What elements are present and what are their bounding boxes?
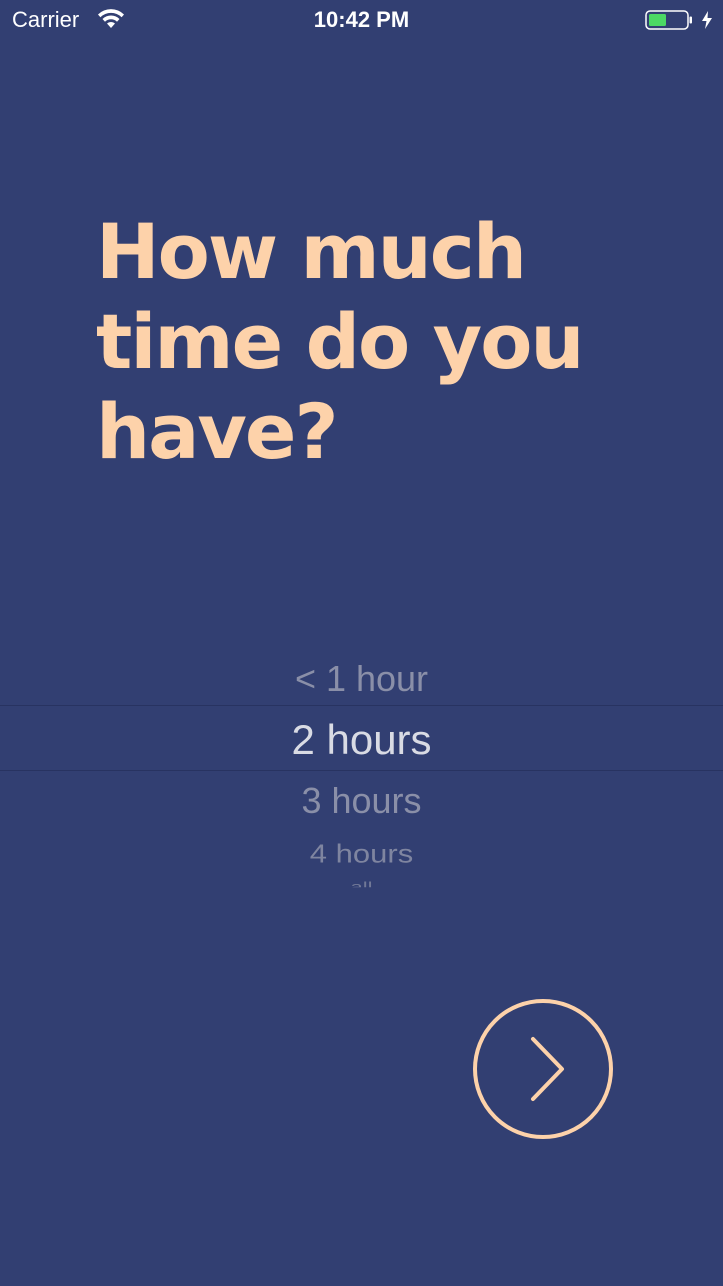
picker-option[interactable]: 4 hours [0,839,723,870]
battery-icon [645,10,693,30]
status-bar: Carrier 10:42 PM [0,0,723,40]
charging-bolt-icon [700,9,714,31]
picker-option-selected[interactable]: 2 hours [0,716,723,764]
time-picker[interactable]: < 1 hour 2 hours 3 hours 4 hours all [0,650,723,900]
picker-option[interactable]: < 1 hour [0,658,723,700]
question-heading: How much time do you have? [96,207,585,476]
next-button[interactable] [472,998,614,1140]
picker-option[interactable]: all [0,879,723,887]
chevron-right-icon [473,999,613,1139]
status-time: 10:42 PM [313,7,410,32]
screen: Carrier 10:42 PM How much time do you ha… [0,0,723,1286]
picker-option[interactable]: 3 hours [0,780,723,822]
